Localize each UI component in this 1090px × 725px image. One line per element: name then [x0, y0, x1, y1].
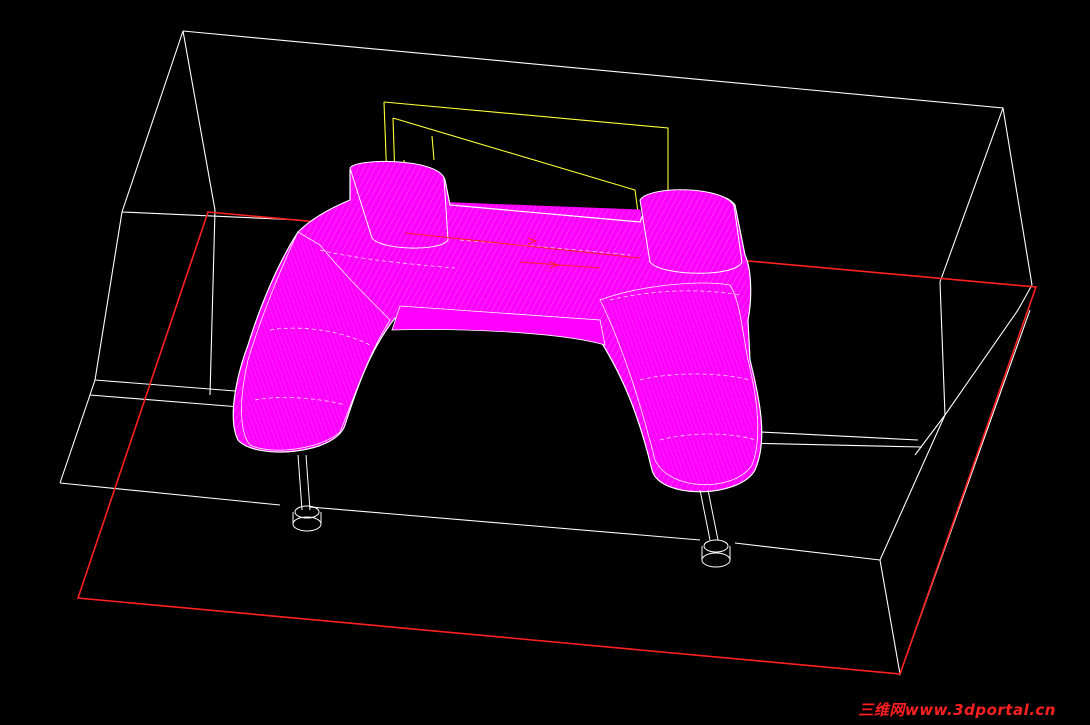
scene-svg: [59, 30, 1038, 677]
ejector-pin: [699, 489, 731, 568]
ejector-pin: [292, 454, 322, 532]
mold-block-wireframe: [59, 30, 1033, 677]
gamepad-toolpath: [232, 161, 763, 493]
watermark-text: 三维网www.3dportal.cn: [858, 701, 1056, 719]
cad-viewport[interactable]: 三维网www.3dportal.cn: [0, 0, 1090, 725]
